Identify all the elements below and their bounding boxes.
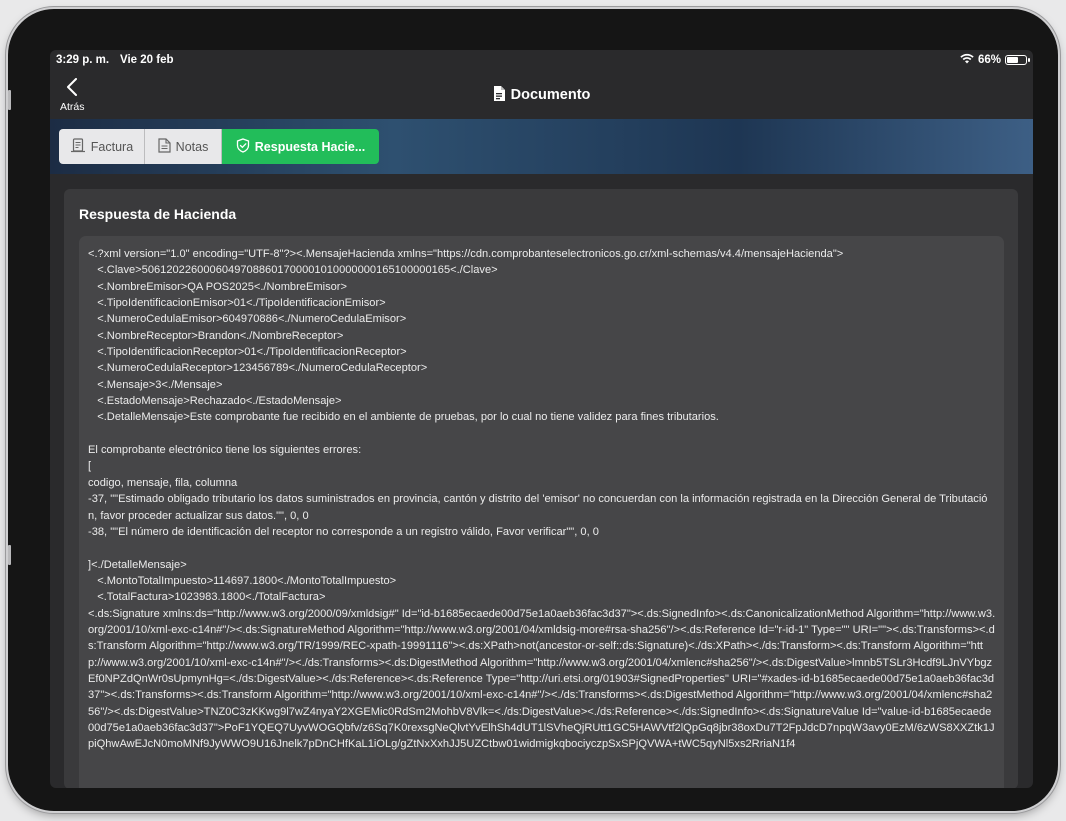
page-title: Documento <box>50 86 1033 105</box>
hardware-button <box>8 90 11 110</box>
shield-check-icon <box>236 137 250 156</box>
status-right: 66% <box>960 53 1030 67</box>
tab-factura-label: Factura <box>90 139 134 154</box>
status-date: Vie 20 feb <box>120 54 174 66</box>
navigation-bar: Atrás Documento <box>50 72 1033 118</box>
document-icon <box>493 86 505 105</box>
status-time: 3:29 p. m. <box>56 54 110 66</box>
screen: 3:29 p. m. Vie 20 feb 66% Atrás Document… <box>50 50 1033 788</box>
tablet-frame: 3:29 p. m. Vie 20 feb 66% Atrás Document… <box>8 9 1058 811</box>
tab-notas-label: Notas <box>175 139 209 154</box>
battery-percent: 66% <box>977 54 1001 66</box>
card-title: Respuesta de Hacienda <box>79 206 237 222</box>
tab-factura[interactable]: Factura <box>59 129 145 164</box>
notes-icon <box>158 137 171 156</box>
wifi-icon <box>960 53 974 67</box>
tab-notas[interactable]: Notas <box>145 129 222 164</box>
battery-level <box>1007 57 1018 63</box>
status-bar: 3:29 p. m. Vie 20 feb 66% <box>50 50 1033 70</box>
xml-response-text: <.?xml version="1.0" encoding="UTF-8"?><… <box>88 248 996 751</box>
battery-icon <box>1005 55 1030 65</box>
tab-respuesta-label: Respuesta Hacie... <box>254 139 366 154</box>
hardware-button <box>8 545 11 565</box>
tab-respuesta-hacienda[interactable]: Respuesta Hacie... <box>222 129 379 164</box>
page-title-text: Documento <box>510 87 591 103</box>
xml-content-box[interactable]: <.?xml version="1.0" encoding="UTF-8"?><… <box>79 236 1004 788</box>
response-card: Respuesta de Hacienda <.?xml version="1.… <box>64 189 1018 788</box>
tab-strip: Factura Notas Respuesta Hacie... <box>50 119 1033 174</box>
invoice-icon <box>70 137 86 156</box>
